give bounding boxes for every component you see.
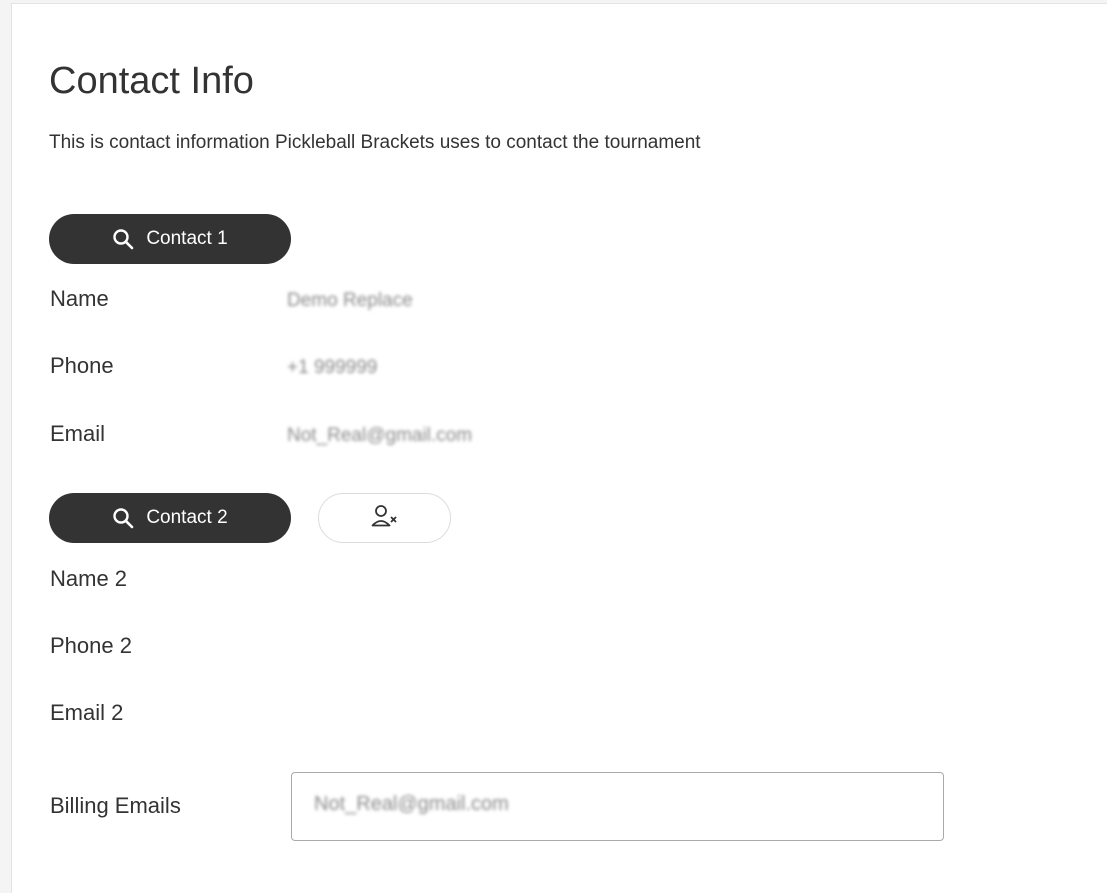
search-icon bbox=[112, 228, 134, 250]
contact-1-name-label: Name bbox=[50, 286, 109, 311]
contact-2-email-label: Email 2 bbox=[50, 700, 124, 725]
user-remove-icon bbox=[371, 504, 399, 533]
contact-2-button-label: Contact 2 bbox=[146, 507, 228, 528]
contact-1-email-value: Not_Real@gmail.com bbox=[287, 425, 473, 446]
contact-1-email-label: Email bbox=[50, 421, 106, 446]
contact-1-phone-label: Phone bbox=[50, 353, 114, 378]
billing-emails-label: Billing Emails bbox=[50, 793, 181, 818]
contact-1-button-label: Contact 1 bbox=[146, 228, 228, 249]
contact-info-card: Contact Info This is contact information… bbox=[11, 3, 1107, 893]
page-subtitle: This is contact information Pickleball B… bbox=[49, 132, 701, 153]
contact-2-phone-label: Phone 2 bbox=[50, 633, 132, 658]
billing-emails-input[interactable]: Not_Real@gmail.com bbox=[291, 772, 944, 841]
contact-1-search-button[interactable]: Contact 1 bbox=[49, 214, 291, 264]
billing-emails-value: Not_Real@gmail.com bbox=[314, 793, 509, 815]
contact-2-name-label: Name 2 bbox=[50, 566, 128, 591]
remove-contact-2-button[interactable] bbox=[318, 493, 451, 543]
page-title: Contact Info bbox=[49, 60, 254, 102]
contact-1-phone-value: +1 999999 bbox=[287, 357, 378, 378]
search-icon bbox=[112, 507, 134, 529]
contact-2-search-button[interactable]: Contact 2 bbox=[49, 493, 291, 543]
contact-1-name-value: Demo Replace bbox=[287, 290, 413, 311]
